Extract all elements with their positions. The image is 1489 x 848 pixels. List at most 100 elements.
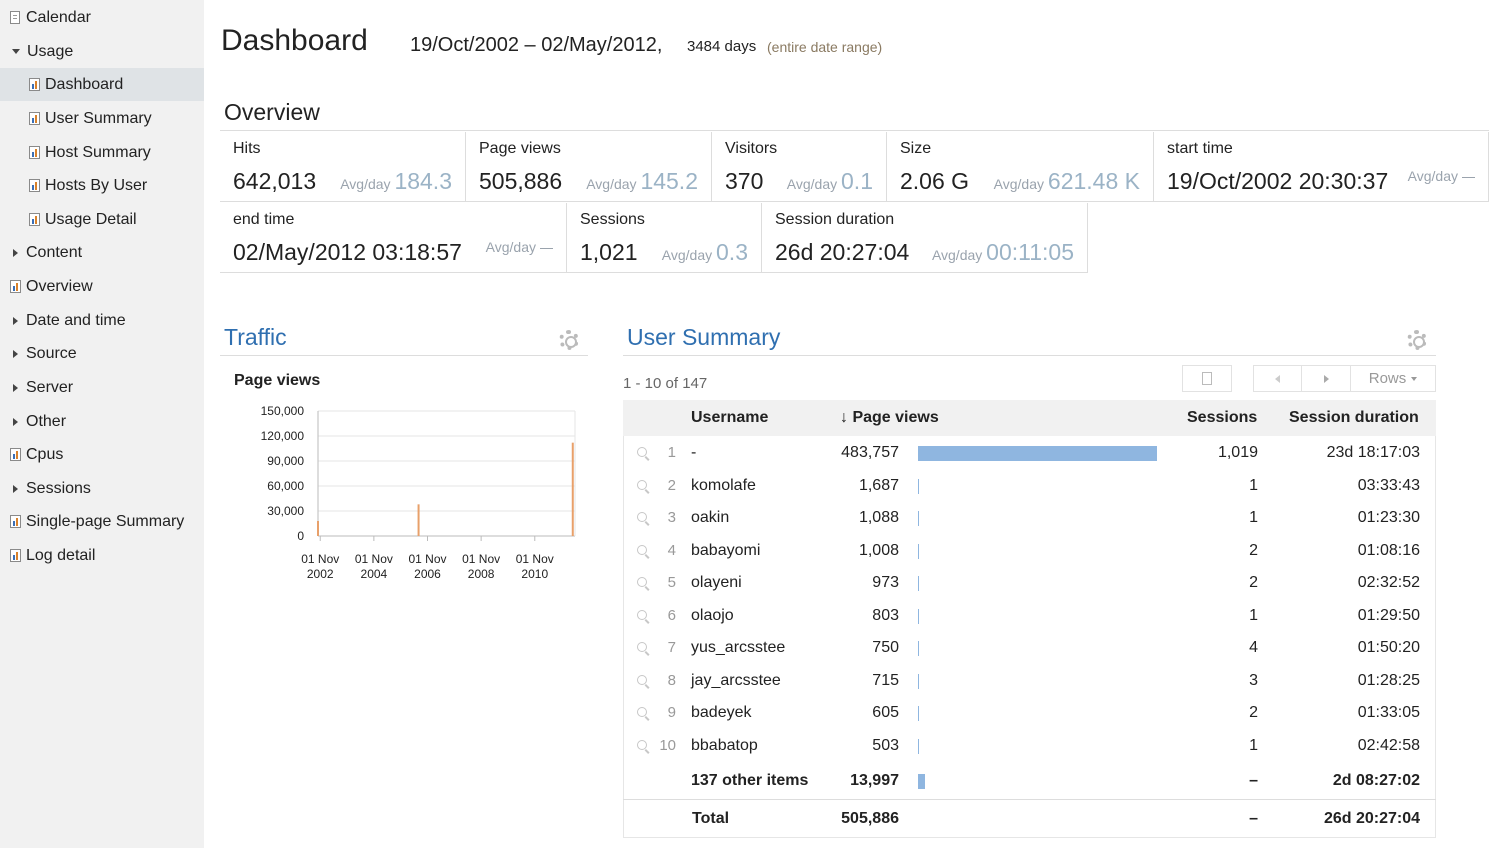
- data-bar: [417, 504, 420, 536]
- sidebar-item-other[interactable]: Other: [0, 405, 204, 438]
- x-tick-label: 2010: [521, 567, 548, 581]
- sidebar-item-cpus[interactable]: Cpus: [0, 438, 204, 471]
- cell-sessions: 1: [1249, 477, 1258, 494]
- cell-username: bbabatop: [691, 737, 758, 754]
- sidebar-item-server[interactable]: Server: [0, 371, 204, 404]
- magnifier-icon[interactable]: [637, 447, 647, 457]
- magnifier-icon[interactable]: [637, 480, 647, 490]
- sidebar-item-source[interactable]: Source: [0, 337, 204, 370]
- col-page-views[interactable]: ↓ Page views: [840, 409, 939, 427]
- sidebar-item-date-and-time[interactable]: Date and time: [0, 304, 204, 337]
- export-button[interactable]: [1182, 365, 1232, 392]
- x-tick-label: 2002: [307, 567, 334, 581]
- magnifier-icon[interactable]: [637, 512, 647, 522]
- sidebar-item-usage-detail[interactable]: Usage Detail: [0, 203, 204, 236]
- sidebar-item-content[interactable]: Content: [0, 236, 204, 269]
- tile-label: Hits: [233, 140, 261, 157]
- cell-sessions: 2: [1249, 704, 1258, 721]
- cell-duration: 02:42:58: [1357, 737, 1420, 754]
- table-row[interactable]: 1- 483,757 1,019 23d 18:17:03: [623, 437, 1436, 469]
- overview-heading: Overview: [224, 99, 320, 125]
- user-summary-title[interactable]: User Summary: [627, 324, 780, 351]
- sidebar-item-label: Cpus: [26, 445, 64, 463]
- sidebar-item-hosts-by-user[interactable]: Hosts By User: [0, 169, 204, 202]
- y-tick-label: 90,000: [267, 454, 304, 468]
- user-summary-gear-icon[interactable]: [1407, 330, 1427, 350]
- tile-avg: Avg/day 00:11:05: [932, 239, 1074, 266]
- report-icon: [29, 78, 40, 91]
- table-row[interactable]: 3 oakin 1,088 1 01:23:30: [623, 502, 1436, 534]
- next-page-button[interactable]: [1301, 365, 1351, 392]
- sidebar-item-dashboard[interactable]: Dashboard: [0, 68, 204, 101]
- rows-dropdown[interactable]: Rows: [1350, 365, 1436, 392]
- magnifier-icon[interactable]: [637, 610, 647, 620]
- x-tick-label: 01 Nov: [408, 552, 446, 566]
- magnifier-icon[interactable]: [637, 707, 647, 717]
- sidebar-item-sessions[interactable]: Sessions: [0, 472, 204, 505]
- cell-username: jay_arcsstee: [691, 672, 781, 689]
- col-session-duration[interactable]: Session duration: [1289, 409, 1419, 427]
- table-row[interactable]: 2 komolafe 1,687 1 03:33:43: [623, 470, 1436, 502]
- cell-duration: 26d 20:27:04: [1323, 810, 1420, 827]
- sidebar-item-overview[interactable]: Overview: [0, 270, 204, 303]
- cell-page-views: 13,997: [850, 772, 899, 789]
- sidebar-item-label: Other: [26, 412, 67, 430]
- page-views-bar: [918, 641, 919, 656]
- table-row[interactable]: 8 jay_arcsstee 715 3 01:28:25: [623, 665, 1436, 697]
- cell-sessions: 1,019: [1217, 444, 1258, 461]
- magnifier-icon[interactable]: [637, 642, 647, 652]
- table-row[interactable]: 7 yus_arcsstee 750 4 01:50:20: [623, 632, 1436, 664]
- table-row[interactable]: 5 olayeni 973 2 02:32:52: [623, 567, 1436, 599]
- x-tick-label: 01 Nov: [301, 552, 339, 566]
- col-sessions[interactable]: Sessions: [1187, 409, 1257, 427]
- sidebar-item-host-summary[interactable]: Host Summary: [0, 136, 204, 169]
- arrow-left-icon: [1275, 374, 1280, 383]
- cell-sessions: 3: [1249, 672, 1258, 689]
- report-icon: [10, 280, 21, 293]
- col-username[interactable]: Username: [691, 409, 768, 427]
- tile-label: Visitors: [725, 140, 778, 157]
- table-row[interactable]: 10 bbabatop 503 1 02:42:58: [623, 730, 1436, 762]
- table-row-total: Total 505,886 – 26d 20:27:04: [623, 803, 1436, 835]
- row-rank: 3: [667, 509, 676, 526]
- traffic-title[interactable]: Traffic: [224, 324, 287, 351]
- tile-avg: Avg/day 184.3: [340, 168, 452, 195]
- report-icon: [29, 112, 40, 125]
- page-views-bar: [918, 774, 925, 789]
- sidebar-item-usage[interactable]: Usage: [0, 35, 204, 68]
- cell-sessions: –: [1249, 772, 1258, 789]
- sidebar-item-label: Single-page Summary: [26, 512, 185, 530]
- page-icon: [10, 11, 20, 24]
- magnifier-icon[interactable]: [637, 545, 647, 555]
- traffic-gear-icon[interactable]: [559, 330, 579, 350]
- caret-down-icon: [12, 49, 20, 54]
- row-rank: 1: [667, 444, 676, 461]
- cell-page-views: 605: [872, 704, 899, 721]
- tile-avg: Avg/day 621.48 K: [994, 168, 1140, 195]
- cell-duration: 01:23:30: [1357, 509, 1420, 526]
- page-views-bar: [918, 479, 919, 494]
- magnifier-icon[interactable]: [637, 675, 647, 685]
- x-tick-label: 01 Nov: [516, 552, 554, 566]
- cell-username: yus_arcsstee: [691, 639, 786, 656]
- tile-session-duration: Session duration 26d 20:27:04 Avg/day 00:1…: [762, 203, 1088, 273]
- date-days: 3484 days: [687, 38, 757, 55]
- row-rank: 9: [667, 704, 676, 721]
- magnifier-icon[interactable]: [637, 740, 647, 750]
- prev-page-button[interactable]: [1253, 365, 1302, 392]
- sidebar-item-user-summary[interactable]: User Summary: [0, 102, 204, 135]
- x-tick-label: 01 Nov: [462, 552, 500, 566]
- table-row[interactable]: 4 babayomi 1,008 2 01:08:16: [623, 535, 1436, 567]
- magnifier-icon[interactable]: [637, 577, 647, 587]
- sidebar-item-single-page-summary[interactable]: Single-page Summary: [0, 505, 204, 538]
- table-row[interactable]: 9 badeyek 605 2 01:33:05: [623, 697, 1436, 729]
- avg-value: 00:11:05: [986, 239, 1074, 265]
- page-views-bar: [918, 609, 919, 624]
- sidebar-item-label: Source: [26, 344, 77, 362]
- tile-label: start time: [1167, 140, 1233, 157]
- sort-desc-icon: ↓: [840, 409, 848, 426]
- sidebar-item-log-detail[interactable]: Log detail: [0, 539, 204, 572]
- sidebar-item-calendar[interactable]: Calendar: [0, 1, 204, 34]
- col-page-views-label: Page views: [852, 409, 939, 426]
- table-row[interactable]: 6 olaojo 803 1 01:29:50: [623, 600, 1436, 632]
